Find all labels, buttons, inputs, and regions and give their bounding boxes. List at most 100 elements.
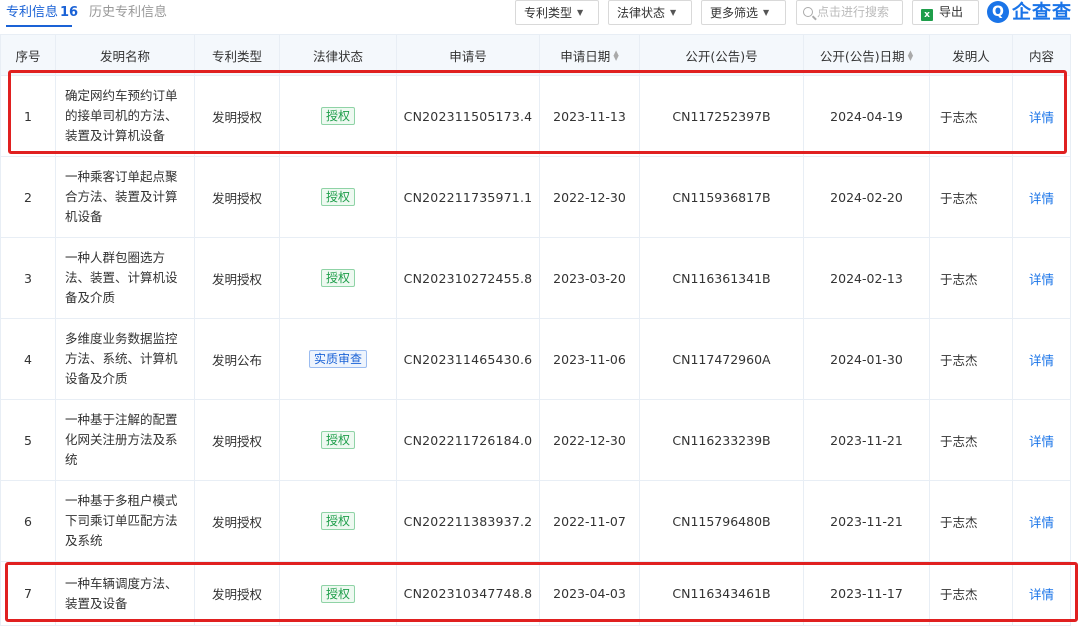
header-inventor: 发明人 — [929, 34, 1013, 76]
cell-invention-name: 一种乘客订单起点聚合方法、装置及计算机设备 — [55, 156, 195, 238]
cell-patent-type: 发明授权 — [194, 561, 280, 626]
cell-content: 详情 — [1012, 237, 1071, 319]
header-invention-name: 发明名称 — [55, 34, 195, 76]
cell-application-date: 2022-11-07 — [539, 480, 640, 562]
cell-legal-status: 授权 — [279, 399, 397, 481]
active-tab-indicator — [6, 25, 72, 27]
header-application-number: 申请号 — [396, 34, 540, 76]
header-publication-date-label: 公开(公告)日期 — [819, 48, 905, 64]
caret-down-icon: ▼ — [763, 8, 770, 17]
table-row: 6 一种基于多租户模式下司乘订单匹配方法及系统 发明授权 授权 CN2022113839… — [0, 480, 1071, 562]
cell-index: 1 — [0, 75, 56, 157]
cell-publication-number: CN117472960A — [639, 318, 804, 400]
tab-patent-info-label: 专利信息 — [6, 5, 59, 20]
detail-link[interactable]: 详情 — [1029, 110, 1054, 125]
cell-index: 2 — [0, 156, 56, 238]
qcc-logo-icon: Q — [987, 1, 1009, 23]
caret-down-icon: ▼ — [577, 8, 584, 17]
search-input[interactable]: 点击进行搜索 — [796, 0, 903, 25]
cell-patent-type: 发明授权 — [194, 237, 280, 319]
cell-publication-date: 2024-02-20 — [803, 156, 930, 238]
cell-inventor: 于志杰 — [929, 561, 1013, 626]
header-index: 序号 — [0, 34, 56, 76]
cell-inventor: 于志杰 — [929, 156, 1013, 238]
table-row: 5 一种基于注解的配置化网关注册方法及系统 发明授权 授权 CN202211726184… — [0, 399, 1071, 481]
cell-legal-status: 授权 — [279, 156, 397, 238]
cell-inventor: 于志杰 — [929, 480, 1013, 562]
cell-application-number: CN202310272455.8 — [396, 237, 540, 319]
cell-patent-type: 发明授权 — [194, 156, 280, 238]
cell-application-number: CN202211735971.1 — [396, 156, 540, 238]
cell-invention-name: 一种车辆调度方法、装置及设备 — [55, 561, 195, 626]
cell-index: 5 — [0, 399, 56, 481]
cell-application-number: CN202211726184.0 — [396, 399, 540, 481]
status-badge: 实质审查 — [308, 350, 367, 368]
cell-inventor: 于志杰 — [929, 399, 1013, 481]
patent-type-filter-button[interactable]: 专利类型 ▼ — [515, 0, 599, 25]
export-button[interactable]: x 导出 — [912, 0, 979, 25]
cell-inventor: 于志杰 — [929, 318, 1013, 400]
patent-type-filter-label: 专利类型 — [524, 6, 573, 20]
cell-inventor: 于志杰 — [929, 237, 1013, 319]
cell-legal-status: 授权 — [279, 480, 397, 562]
detail-link[interactable]: 详情 — [1029, 434, 1054, 449]
export-label: 导出 — [939, 5, 964, 19]
cell-application-date: 2022-12-30 — [539, 399, 640, 481]
cell-publication-date: 2024-04-19 — [803, 75, 930, 157]
detail-link[interactable]: 详情 — [1029, 587, 1054, 602]
cell-invention-name: 一种基于注解的配置化网关注册方法及系统 — [55, 399, 195, 481]
legal-status-filter-label: 法律状态 — [617, 6, 666, 20]
status-badge: 授权 — [320, 188, 355, 206]
cell-publication-number: CN116233239B — [639, 399, 804, 481]
table-row: 4 多维度业务数据监控方法、系统、计算机设备及介质 发明公布 实质审查 CN202311… — [0, 318, 1071, 400]
detail-link[interactable]: 详情 — [1029, 191, 1054, 206]
sort-icon[interactable]: ▲ ▼ — [613, 49, 618, 61]
more-filters-button[interactable]: 更多筛选 ▼ — [701, 0, 786, 25]
cell-invention-name: 多维度业务数据监控方法、系统、计算机设备及介质 — [55, 318, 195, 400]
header-application-date-label: 申请日期 — [560, 48, 611, 64]
cell-inventor: 于志杰 — [929, 75, 1013, 157]
cell-publication-date: 2023-11-21 — [803, 399, 930, 481]
cell-index: 4 — [0, 318, 56, 400]
status-badge: 授权 — [320, 512, 355, 530]
cell-invention-name: 确定网约车预约订单的接单司机的方法、装置及计算机设备 — [55, 75, 195, 157]
toolbar: 专利信息 16 历史专利信息 专利类型 ▼ 法律状态 ▼ 更多筛选 ▼ 点击进行搜索 x… — [0, 0, 1080, 32]
cell-publication-number: CN115796480B — [639, 480, 804, 562]
cell-publication-number: CN116361341B — [639, 237, 804, 319]
cell-application-number: CN202311465430.6 — [396, 318, 540, 400]
cell-publication-date: 2024-02-13 — [803, 237, 930, 319]
status-badge: 授权 — [320, 107, 355, 125]
detail-link[interactable]: 详情 — [1029, 515, 1054, 530]
cell-application-number: CN202310347748.8 — [396, 561, 540, 626]
patent-table: 序号 发明名称 专利类型 法律状态 申请号 申请日期 ▲ ▼ 公开(公告)号 公开(… — [0, 34, 1071, 626]
legal-status-filter-button[interactable]: 法律状态 ▼ — [608, 0, 692, 25]
table-row: 1 确定网约车预约订单的接单司机的方法、装置及计算机设备 发明授权 授权 CN20231… — [0, 75, 1071, 157]
header-publication-date[interactable]: 公开(公告)日期 ▲ ▼ — [803, 34, 930, 76]
cell-legal-status: 实质审查 — [279, 318, 397, 400]
tab-patent-info[interactable]: 专利信息 16 — [6, 4, 78, 22]
sort-icon[interactable]: ▲ ▼ — [908, 49, 913, 61]
cell-legal-status: 授权 — [279, 561, 397, 626]
more-filters-label: 更多筛选 — [710, 6, 759, 20]
cell-publication-number: CN116343461B — [639, 561, 804, 626]
table-header-row: 序号 发明名称 专利类型 法律状态 申请号 申请日期 ▲ ▼ 公开(公告)号 公开(… — [0, 34, 1071, 76]
search-placeholder: 点击进行搜索 — [817, 5, 890, 19]
brand-name: 企查查 — [1012, 1, 1073, 23]
cell-publication-number: CN117252397B — [639, 75, 804, 157]
cell-publication-date: 2024-01-30 — [803, 318, 930, 400]
cell-content: 详情 — [1012, 75, 1071, 157]
header-publication-number: 公开(公告)号 — [639, 34, 804, 76]
cell-patent-type: 发明授权 — [194, 480, 280, 562]
detail-link[interactable]: 详情 — [1029, 272, 1054, 287]
detail-link[interactable]: 详情 — [1029, 353, 1054, 368]
tab-history-patent-info[interactable]: 历史专利信息 — [89, 4, 167, 22]
header-application-date[interactable]: 申请日期 ▲ ▼ — [539, 34, 640, 76]
cell-content: 详情 — [1012, 561, 1071, 626]
cell-application-date: 2022-12-30 — [539, 156, 640, 238]
table-row: 7 一种车辆调度方法、装置及设备 发明授权 授权 CN202310347748.8 202… — [0, 561, 1071, 626]
header-content: 内容 — [1012, 34, 1071, 76]
search-icon — [803, 7, 813, 17]
cell-application-date: 2023-04-03 — [539, 561, 640, 626]
cell-publication-number: CN115936817B — [639, 156, 804, 238]
cell-patent-type: 发明公布 — [194, 318, 280, 400]
